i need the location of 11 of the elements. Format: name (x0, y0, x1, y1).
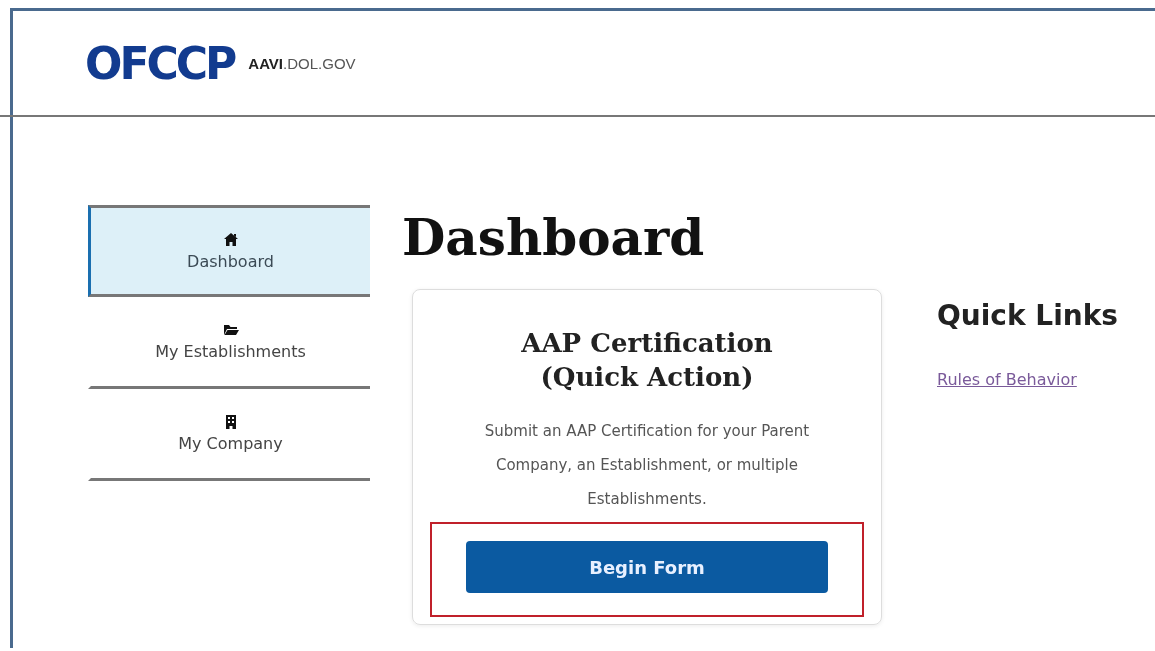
page-title: Dashboard (402, 207, 706, 269)
home-icon (222, 231, 239, 248)
card-description: Submit an AAP Certification for your Parent Company, an Establishment, or multiple Establishments. (483, 421, 811, 510)
logo: OFCCP (85, 37, 235, 89)
begin-form-button[interactable]: Begin Form (466, 541, 828, 593)
sidebar-item[interactable]: Dashboard (88, 205, 370, 297)
quick-links-heading: Quick Links (937, 299, 1118, 332)
card-title: AAP Certification (Quick Action) (520, 327, 774, 394)
folder-icon (222, 322, 239, 338)
link[interactable]: Rules of Behavior (937, 370, 1118, 389)
site-name: AAVI.DOL.GOV (248, 54, 356, 72)
